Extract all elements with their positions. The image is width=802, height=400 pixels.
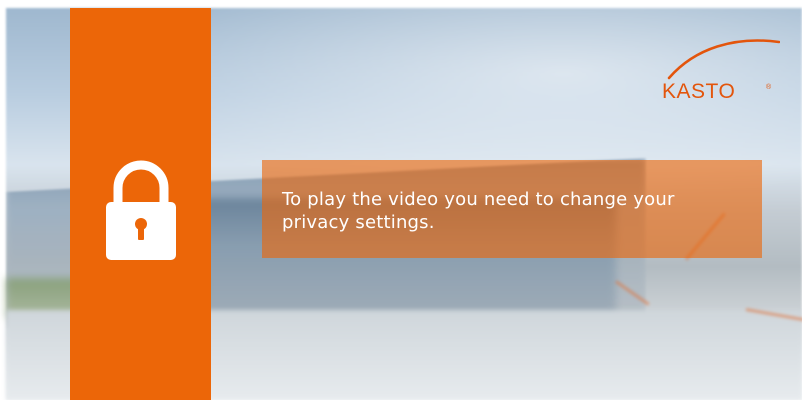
privacy-message-text: To play the video you need to change you… (282, 189, 675, 233)
brand-logo-text: KASTO (662, 80, 736, 103)
privacy-message-box: To play the video you need to change you… (262, 160, 762, 258)
brand-registered-mark: ® (766, 84, 772, 91)
lock-icon (106, 160, 176, 260)
video-privacy-placeholder: KASTO ® To play the video you need to ch… (0, 0, 802, 400)
